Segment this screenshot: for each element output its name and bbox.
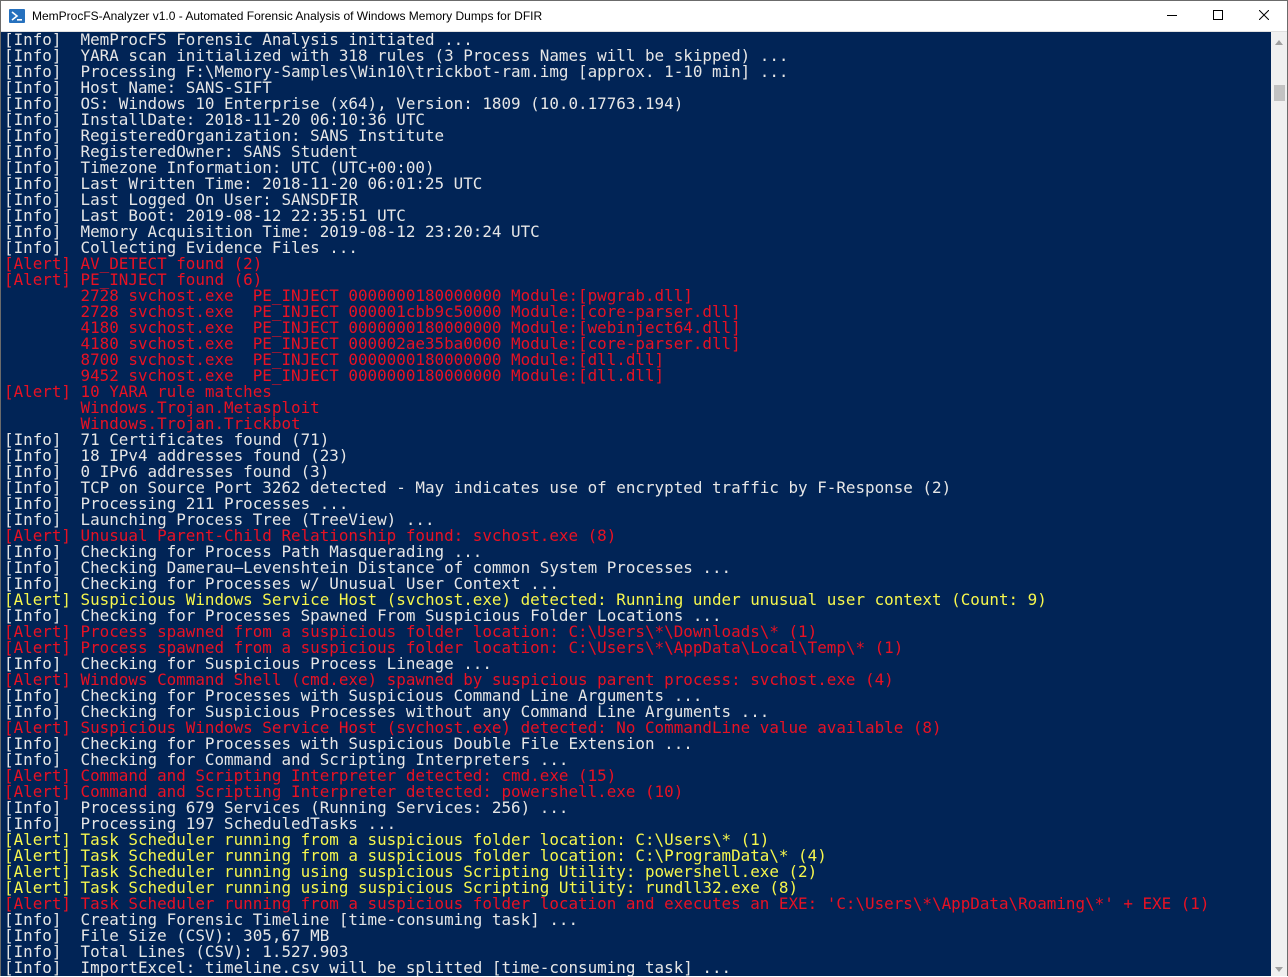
close-icon [1258,7,1270,25]
minimize-button[interactable] [1149,1,1195,31]
scroll-up-icon [1275,32,1283,50]
powershell-icon [9,8,25,24]
close-button[interactable] [1241,1,1287,31]
console-line-info: [Info] ImportExcel: timeline.csv will be… [4,958,732,976]
vertical-scrollbar[interactable] [1271,32,1287,976]
powershell-window: MemProcFS-Analyzer v1.0 - Automated Fore… [0,0,1288,976]
maximize-icon [1213,7,1223,25]
scroll-down-button[interactable] [1271,959,1287,976]
window-title: MemProcFS-Analyzer v1.0 - Automated Fore… [32,9,543,23]
scroll-down-icon [1275,959,1283,977]
title-bar[interactable]: MemProcFS-Analyzer v1.0 - Automated Fore… [1,1,1287,32]
maximize-button[interactable] [1195,1,1241,31]
scroll-up-button[interactable] [1271,32,1287,49]
scrollbar-thumb[interactable] [1274,84,1285,101]
console-output[interactable]: [Info] MemProcFS Forensic Analysis initi… [1,32,1271,976]
minimize-icon [1167,7,1177,25]
